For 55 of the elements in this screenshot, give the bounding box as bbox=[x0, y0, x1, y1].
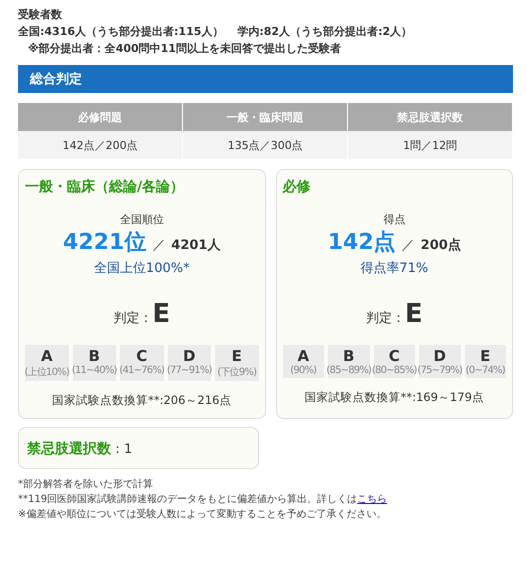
grade-letter: D bbox=[434, 347, 446, 365]
metric-label: 全国順位 bbox=[120, 212, 164, 227]
separator: ／ bbox=[152, 237, 166, 254]
grade-letter: E bbox=[232, 347, 242, 365]
metric-percentile: 全国上位100%* bbox=[94, 260, 190, 277]
grade-range: (上位10%) bbox=[24, 366, 69, 379]
grade-letter: B bbox=[343, 347, 354, 365]
grade-range: (77~91%) bbox=[166, 365, 212, 376]
score-conversion: 国家試験点数換算**:206～216点 bbox=[52, 393, 232, 408]
metric-percentile: 得点率71% bbox=[360, 260, 428, 277]
details-link[interactable]: こちら bbox=[357, 494, 388, 505]
grade-letter: C bbox=[136, 347, 148, 365]
table-cell: 142点／200点 bbox=[18, 131, 183, 159]
judgement-grade: E bbox=[152, 299, 170, 329]
contraindication-label: 禁忌肢選択数 bbox=[27, 441, 111, 457]
grade-range: (80~85%) bbox=[372, 365, 417, 376]
card-title: 必修 bbox=[282, 178, 311, 196]
grade-letter: B bbox=[88, 347, 100, 365]
examinee-count: 学内:82人（うち部分提出者:2人） bbox=[237, 24, 412, 40]
score-conversion: 国家試験点数換算**:169～179点 bbox=[304, 390, 484, 405]
grade-letter: A bbox=[40, 347, 53, 365]
grade-letter: A bbox=[297, 347, 310, 365]
judgement-label: 判定： bbox=[113, 310, 152, 327]
grade-range: (85~89%) bbox=[326, 365, 372, 376]
metric-total: 4201人 bbox=[171, 237, 220, 254]
metric-value: 142点 bbox=[328, 229, 396, 257]
metric-total: 200点 bbox=[420, 237, 461, 254]
examinee-note: ※部分提出者：全400問中11問以上を未回答で提出した受験者 bbox=[27, 41, 342, 57]
grade-range: (11~40%) bbox=[72, 365, 117, 376]
metric-value: 4221位 bbox=[63, 229, 146, 257]
grade-letter: C bbox=[388, 347, 400, 365]
contraindication-value: ：1 bbox=[111, 442, 132, 457]
grade-range: (90%) bbox=[290, 365, 316, 376]
card-title: 一般・臨床（総論/各論） bbox=[25, 178, 184, 196]
footnote: *部分解答者を除いた形で計算 bbox=[18, 478, 154, 492]
examinee-count-title: 受験者数 bbox=[18, 7, 63, 23]
footnote: ※偏差値や順位については受験人数によって変動することを予めご了承ください。 bbox=[18, 508, 388, 522]
grade-range: (75~79%) bbox=[417, 365, 462, 376]
table-cell: 135点／300点 bbox=[182, 131, 348, 159]
grade-range: (0~74%) bbox=[466, 365, 505, 376]
judgement-grade: E bbox=[404, 299, 423, 329]
section-header: 総合判定 bbox=[18, 65, 513, 93]
table-cell: 1問／12問 bbox=[348, 131, 512, 159]
column-header: 必修問題 bbox=[18, 103, 183, 131]
judgement-label: 判定： bbox=[366, 310, 405, 327]
footnote: **119回医師国家試験講師速報のデータをもとに偏差値から算出。詳しくはこちら bbox=[18, 492, 388, 507]
separator: ／ bbox=[402, 237, 415, 254]
grade-letter: D bbox=[183, 347, 196, 365]
grade-range: (下位9%) bbox=[217, 366, 256, 379]
column-header: 禁忌肢選択数 bbox=[348, 103, 512, 131]
column-header: 一般・臨床問題 bbox=[182, 103, 348, 131]
metric-label: 得点 bbox=[383, 212, 406, 227]
grade-letter: E bbox=[480, 347, 490, 365]
examinee-count: 全国:4316人（うち部分提出者:115人） bbox=[18, 24, 224, 40]
grade-range: (41~76%) bbox=[119, 365, 164, 376]
